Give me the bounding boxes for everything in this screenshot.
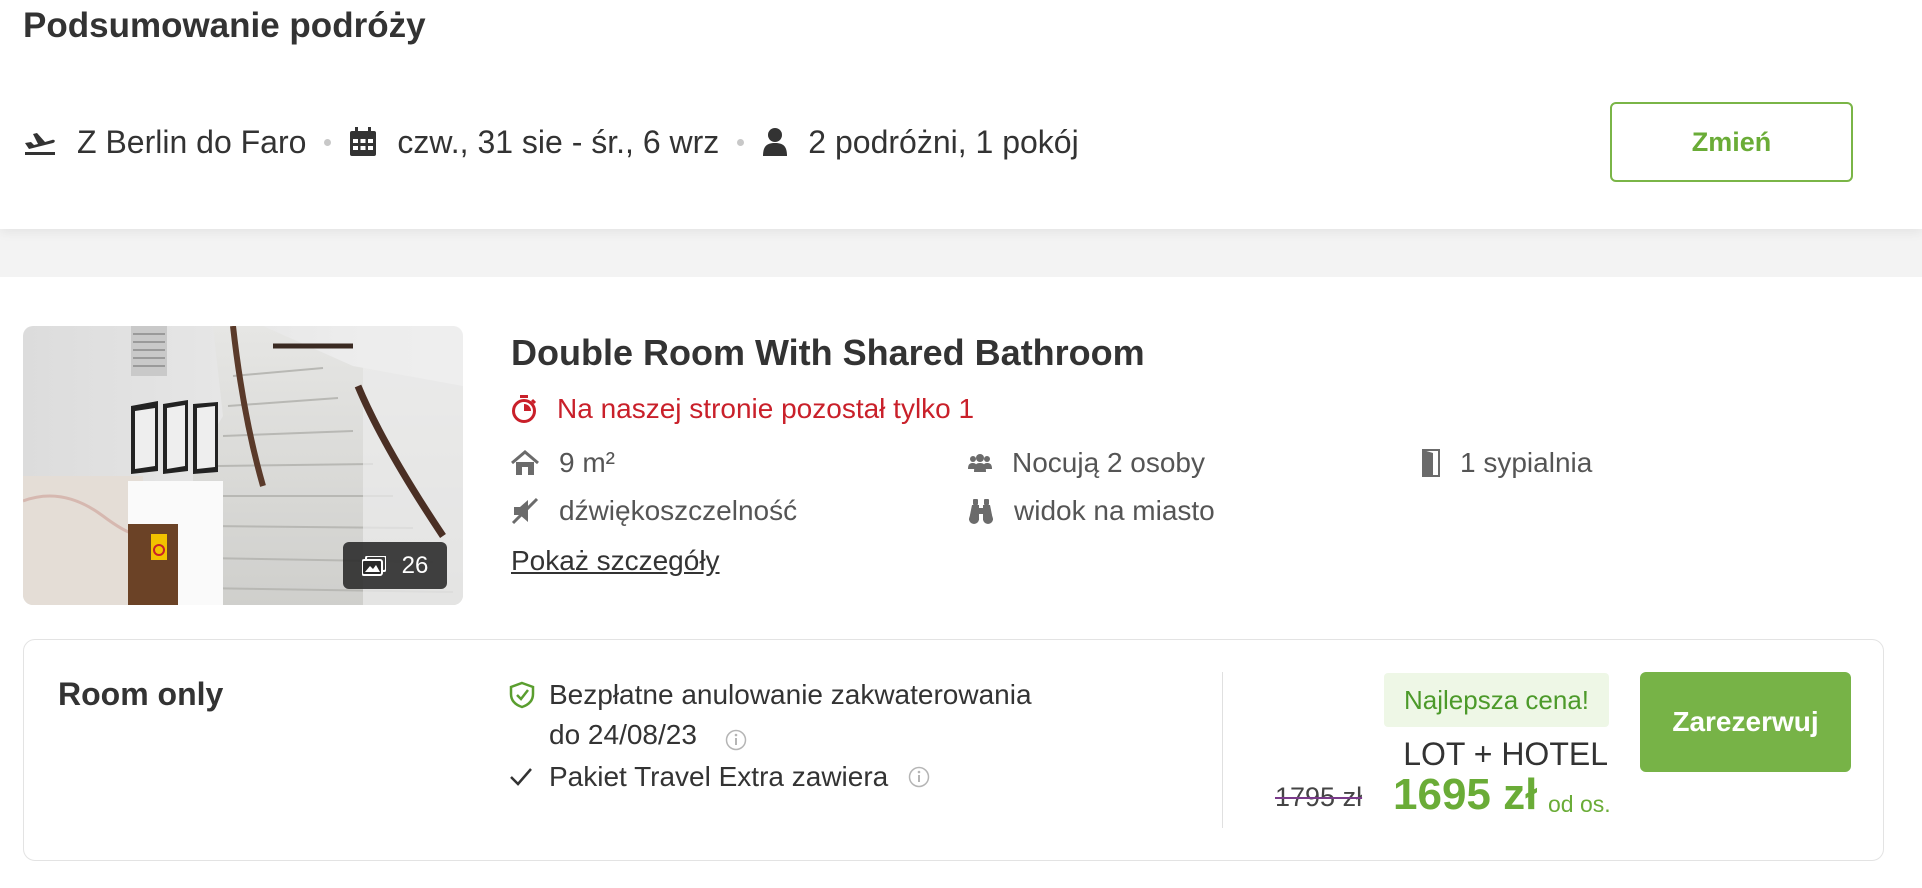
divider (1222, 672, 1223, 828)
travel-extra: Pakiet Travel Extra zawiera (509, 761, 946, 793)
book-button[interactable]: Zarezerwuj (1640, 672, 1851, 772)
calendar-icon (350, 127, 377, 156)
view-text: widok na miasto (1014, 495, 1215, 526)
stopwatch-icon (512, 395, 537, 423)
people-icon (968, 454, 992, 472)
free-cancellation: Bezpłatne anulowanie zakwaterowania do 2… (509, 675, 1032, 755)
package-label: LOT + HOTEL (1403, 736, 1608, 772)
shield-check-icon (509, 681, 535, 709)
travel-extra-text: Pakiet Travel Extra zawiera (549, 761, 889, 792)
plane-takeoff-icon (25, 133, 55, 155)
house-icon (511, 450, 539, 475)
trip-details: Z Berlin do Faro czw., 31 sie - śr., 6 w… (23, 120, 1079, 164)
availability-text: Na naszej stronie pozostał tylko 1 (557, 393, 975, 424)
user-icon (763, 128, 788, 156)
availability-alert: Na naszej stronie pozostał tylko 1 (511, 393, 974, 425)
bedrooms-text: 1 sypialnia (1460, 447, 1593, 478)
dates-text: czw., 31 sie - śr., 6 wrz (397, 123, 720, 160)
photo-count: 26 (401, 551, 429, 579)
room-offer: 26 Double Room With Shared Bathroom Na n… (0, 277, 1922, 888)
change-button[interactable]: Zmień (1610, 102, 1853, 182)
feature-occupancy: Nocują 2 osoby (968, 447, 1205, 479)
feature-view: widok na miasto (968, 495, 1215, 527)
best-price-badge: Najlepsza cena! (1384, 673, 1609, 727)
separator-dot (737, 138, 745, 146)
occupancy-text: Nocują 2 osoby (1012, 447, 1206, 478)
per-person-label: od os. (1548, 791, 1611, 817)
summary-title: Podsumowanie podróży (23, 6, 426, 45)
info-icon[interactable] (908, 766, 930, 788)
board-type: Room only (58, 676, 224, 712)
room-title: Double Room With Shared Bathroom (511, 332, 1145, 373)
rate-card: Room only Bezpłatne anulowanie zakwatero… (23, 639, 1884, 861)
travelers-text: 2 podróżni, 1 pokój (808, 123, 1079, 160)
size-text: 9 m² (559, 447, 615, 478)
trip-dates: czw., 31 sie - śr., 6 wrz (349, 124, 719, 161)
trip-summary: Podsumowanie podróży Z Berlin do Faro cz… (0, 0, 1922, 229)
feature-bedrooms: 1 sypialnia (1422, 447, 1592, 479)
photo-count-badge[interactable]: 26 (343, 542, 447, 589)
cancellation-line1: Bezpłatne anulowanie zakwaterowania (549, 679, 1032, 710)
feature-size: 9 m² (511, 447, 615, 479)
trip-route: Z Berlin do Faro (23, 124, 306, 161)
separator-dot (324, 138, 332, 146)
feature-soundproof: dźwiękoszczelność (511, 495, 797, 527)
info-icon[interactable] (725, 729, 747, 751)
door-icon (1422, 449, 1440, 477)
show-details-link[interactable]: Pokaż szczegóły (511, 545, 720, 577)
room-photo[interactable]: 26 (23, 326, 463, 605)
current-price: 1695 zł (1393, 770, 1538, 819)
soundproof-text: dźwiękoszczelność (559, 495, 798, 526)
images-icon (361, 555, 386, 576)
trip-travelers: 2 podróżni, 1 pokój (762, 123, 1079, 161)
cancellation-line2: do 24/08/23 (549, 719, 697, 750)
route-text: Z Berlin do Faro (77, 123, 307, 160)
old-price: 1795 zł (1275, 782, 1363, 812)
checkmark-icon (510, 768, 532, 786)
sound-off-icon (511, 497, 539, 525)
binoculars-icon (969, 499, 993, 524)
